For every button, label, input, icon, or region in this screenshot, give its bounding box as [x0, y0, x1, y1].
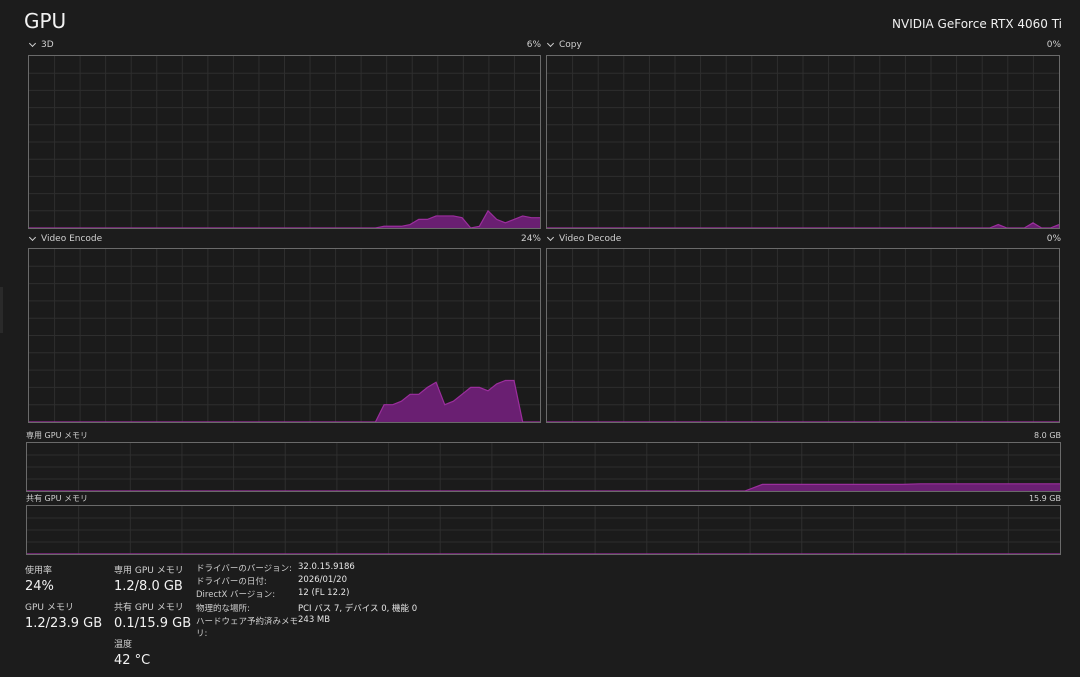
detail-key: ドライバーの日付: [196, 577, 267, 588]
graph-copy [546, 55, 1060, 229]
graph-shared-memory-svg [27, 506, 1060, 554]
engine-label: 3D [41, 40, 54, 50]
stat-gpu-memory: GPU メモリ 1.2/23.9 GB [25, 600, 102, 631]
sidebar-resize-handle[interactable] [0, 287, 3, 333]
graph-header-copy: Copy 0% [546, 39, 1061, 50]
detail-key: DirectX バージョン: [196, 590, 276, 601]
graph-3d-svg [29, 56, 540, 228]
stat-label: 使用率 [25, 566, 53, 576]
memory-capacity: 15.9 GB [1028, 494, 1061, 503]
engine-label: Copy [559, 40, 582, 50]
graph-shared-memory [26, 505, 1061, 555]
stat-utilization: 使用率 24% [25, 563, 54, 594]
graph-3d [28, 55, 541, 229]
detail-value: 12 (FL 12.2) [298, 588, 350, 599]
memory-label: 専用 GPU メモリ [26, 431, 88, 440]
memory-label: 共有 GPU メモリ [26, 494, 88, 503]
stat-temperature: 温度 42 °C [114, 637, 150, 668]
detail-value: PCI バス 7, デバイス 0, 機能 0 [298, 603, 418, 614]
engine-value: 0% [1046, 234, 1061, 244]
page-title: GPU [24, 9, 67, 33]
stat-label: 専用 GPU メモリ [114, 566, 184, 576]
graph-video-decode-svg [547, 249, 1059, 422]
stat-shared-memory: 共有 GPU メモリ 0.1/15.9 GB [114, 600, 191, 631]
chevron-down-icon [546, 233, 555, 242]
detail-row: ハードウェア予約済みメモリ: 243 MB [196, 614, 417, 639]
engine-selector-video-decode[interactable]: Video Decode [546, 233, 622, 244]
detail-key: 物理的な場所: [196, 603, 250, 614]
graph-video-encode [28, 248, 541, 423]
engine-label: Video Encode [41, 234, 103, 244]
detail-row: DirectX バージョン: 12 (FL 12.2) [196, 588, 417, 601]
detail-key: ハードウェア予約済みメモリ: [196, 616, 299, 639]
stat-label: 共有 GPU メモリ [114, 603, 184, 613]
engine-selector-3d[interactable]: 3D [28, 39, 54, 50]
memory-capacity: 8.0 GB [1034, 431, 1061, 440]
graph-video-encode-svg [29, 249, 540, 422]
graph-dedicated-memory [26, 442, 1061, 492]
chevron-down-icon [28, 233, 37, 242]
detail-row: ドライバーのバージョン: 32.0.15.9186 [196, 562, 417, 575]
graph-header-video-encode: Video Encode 24% [28, 233, 541, 244]
engine-label: Video Decode [559, 234, 622, 244]
detail-key: ドライバーのバージョン: [196, 564, 293, 574]
graph-copy-svg [547, 56, 1059, 228]
engine-value: 0% [1046, 40, 1061, 50]
detail-row: 物理的な場所: PCI バス 7, デバイス 0, 機能 0 [196, 602, 417, 615]
detail-row: ドライバーの日付: 2026/01/20 [196, 575, 417, 588]
graph-header-dedicated-memory: 専用 GPU メモリ 8.0 GB [26, 430, 1061, 441]
detail-value: 243 MB [298, 614, 331, 625]
gpu-device-name: NVIDIA GeForce RTX 4060 Ti [892, 17, 1062, 31]
stat-value: 1.2/23.9 GB [25, 616, 103, 631]
graph-header-video-decode: Video Decode 0% [546, 233, 1061, 244]
graph-header-3d: 3D 6% [28, 39, 541, 50]
detail-value: 2026/01/20 [298, 575, 347, 586]
stat-value: 42 °C [114, 653, 151, 668]
stat-value: 1.2/8.0 GB [114, 579, 183, 594]
graph-dedicated-memory-svg [27, 443, 1060, 491]
graph-video-decode [546, 248, 1060, 423]
engine-value: 24% [520, 234, 541, 244]
detail-value: 32.0.15.9186 [298, 562, 355, 572]
engine-value: 6% [526, 40, 541, 50]
stat-value: 0.1/15.9 GB [114, 616, 192, 631]
gpu-details: ドライバーのバージョン: 32.0.15.9186 ドライバーの日付: 2026/0… [196, 562, 417, 639]
engine-selector-copy[interactable]: Copy [546, 39, 582, 50]
stat-value: 24% [25, 579, 54, 594]
graph-header-shared-memory: 共有 GPU メモリ 15.9 GB [26, 493, 1061, 504]
engine-selector-video-encode[interactable]: Video Encode [28, 233, 103, 244]
chevron-down-icon [546, 39, 555, 48]
stat-label: GPU メモリ [25, 603, 74, 613]
stat-label: 温度 [114, 640, 133, 650]
stat-dedicated-memory: 専用 GPU メモリ 1.2/8.0 GB [114, 563, 184, 594]
chevron-down-icon [28, 39, 37, 48]
